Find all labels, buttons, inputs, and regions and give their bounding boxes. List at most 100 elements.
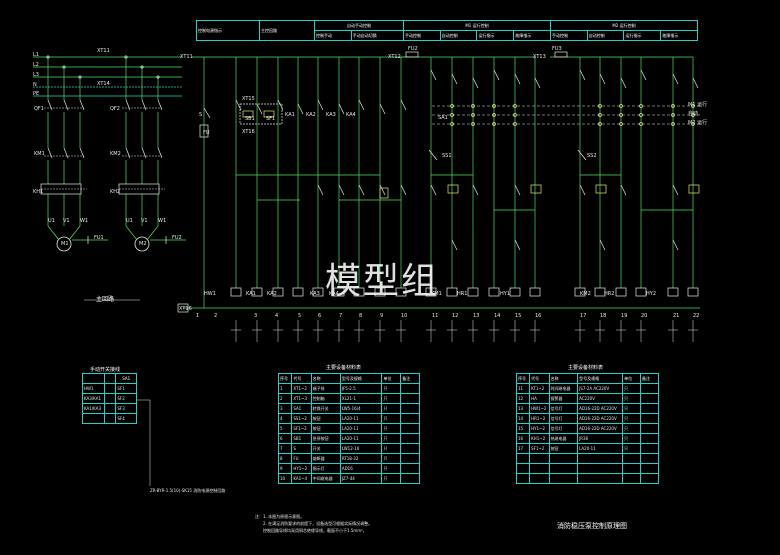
table2-cell <box>640 413 659 424</box>
table-row: 17 SF1~2 按钮 LA20-11 只 <box>515 443 659 454</box>
table2-cell <box>529 463 550 474</box>
column-number: 8 <box>359 313 363 319</box>
table2-cell: 只 <box>622 383 642 394</box>
selector-table-title: 手动开关接线 <box>90 367 121 373</box>
table2-cell: 热继电器 <box>548 433 579 444</box>
table1-cell: KA1~4 <box>291 473 312 484</box>
table2-cell <box>640 433 659 444</box>
wire <box>451 73 458 85</box>
table-row: 10 KA1~4 中间继电器 JZ7-44 只 <box>277 473 420 484</box>
table1-cell <box>400 393 420 404</box>
coil-label: KA3 <box>310 291 320 297</box>
table1-cell: LA20-11 <box>339 413 383 424</box>
left-contactor-label: KM1 <box>34 151 45 157</box>
wire <box>400 99 407 111</box>
column-number: 11 <box>432 313 439 319</box>
table1-cell <box>400 413 420 424</box>
table2-cell: HW1~2 <box>529 403 550 414</box>
column-number: 16 <box>535 313 542 319</box>
table1-cell: 转换开关 <box>310 403 341 414</box>
wire <box>579 184 586 196</box>
column-number: 9 <box>380 313 384 319</box>
table2-cell <box>529 473 550 484</box>
table2-cell: 只 <box>622 403 642 414</box>
right-out-u: U1 <box>126 218 133 224</box>
table1-cell: XT1~3 <box>291 393 312 404</box>
selector-r1-b <box>104 383 117 394</box>
table-row: 14 HR1~2 信号灯 AD16-22D AC220V 只 <box>515 413 659 424</box>
selector-table: SA1 HW1 SF1 KA3/KA1 SF2 KA1/KA3 SF3 SF4 <box>81 373 137 424</box>
coil-label: HW1 <box>204 291 216 297</box>
table-row: 6 SB1 急停按钮 LA20-11 只 <box>277 433 420 444</box>
coil-label: HY2 <box>646 291 656 297</box>
table1-cell: SS1~2 <box>291 413 312 424</box>
coil-label: KM1 <box>431 291 442 297</box>
table1-header-5: 备注 <box>400 373 420 384</box>
wire <box>620 184 627 196</box>
table2-cell <box>622 453 642 464</box>
ctrl-sa1: SA1 <box>438 115 448 121</box>
table2-cell <box>577 453 624 464</box>
wire <box>338 103 345 115</box>
column-number: 12 <box>452 313 459 319</box>
table2-header-2: 名称 <box>548 373 579 384</box>
header-sub-6: 故障指示 <box>513 30 551 41</box>
selector-r3-c: SF3 <box>115 403 137 414</box>
left-out-u: U1 <box>48 218 55 224</box>
table1-cell <box>400 433 420 444</box>
wire <box>47 147 53 159</box>
right-motor-label: M2 <box>139 241 147 247</box>
ctrl-ka3: KA3 <box>326 112 336 118</box>
table2-cell <box>515 473 531 484</box>
table2-cell: HR1~2 <box>529 413 550 424</box>
selector-r2-c: SF2 <box>115 393 137 404</box>
selector-auto: 自动 <box>688 111 699 117</box>
table-row: 4 SS1~2 按钮 LA20-11 只 <box>277 413 420 424</box>
ctrl-xt15: XT15 <box>242 96 255 102</box>
header-sub-4: 自动控制 <box>439 30 478 41</box>
table2-title: 主要设备材料表 <box>568 365 604 371</box>
table1-cell: 只 <box>381 443 402 454</box>
selector-m2: M2 运行 <box>688 120 708 126</box>
component-box <box>446 287 458 297</box>
table-row: KA1/KA3 SF3 <box>81 403 137 414</box>
ctrl-sb1: SB1 <box>245 116 255 122</box>
wire <box>63 147 69 159</box>
wire <box>599 239 606 251</box>
right-relay-label: KH2 <box>110 189 121 195</box>
table1-cell: 只 <box>381 433 402 444</box>
table1-cell: 3 <box>277 403 293 414</box>
wire <box>640 69 647 81</box>
table-row: 11 KT1~2 时间继电器 JS7-2A AC220V 只 <box>515 383 659 394</box>
wire <box>358 99 365 111</box>
table2-cell <box>577 463 624 474</box>
table1-cell: 按钮 <box>310 423 341 434</box>
selector-r2-a: KA3/KA1 <box>81 393 106 404</box>
table1-cell: XT1~2 <box>291 383 312 394</box>
table1-cell: 9 <box>277 463 293 474</box>
wire <box>63 99 69 111</box>
coil-label: HR2 <box>604 291 615 297</box>
coil-label: HR1 <box>457 291 468 297</box>
table1-cell: 端子排 <box>310 383 341 394</box>
table1-cell: LW5-16/4 <box>339 403 383 414</box>
column-number: 4 <box>275 313 279 319</box>
table2-cell: LA20-11 <box>577 443 624 454</box>
table1-cell <box>400 453 420 464</box>
table1-cell: S <box>291 443 312 454</box>
header-table: 控制电源指示 主控回路 自动手动控制 M1 运行控制 M2 运行控制 控制手动 … <box>196 20 699 41</box>
table2-cell <box>622 473 642 484</box>
table2-cell: 13 <box>515 403 531 414</box>
table2-cell <box>548 453 579 464</box>
component-box <box>687 287 699 297</box>
wire <box>125 99 131 111</box>
component-box <box>615 287 627 297</box>
wire <box>141 99 147 111</box>
table2-cell: SF1~2 <box>529 443 550 454</box>
materials-table-1: 序号 代号 名称 型号及规格 单位 备注 1 XT1~2 端子排 JF5-2.5 只 2 XT1~3 控制… <box>277 373 420 484</box>
table1-cell: 5 <box>277 423 293 434</box>
wire <box>203 107 211 119</box>
wire <box>68 225 81 241</box>
table1-cell: 2 <box>277 393 293 404</box>
table2-cell: 12 <box>515 393 531 404</box>
